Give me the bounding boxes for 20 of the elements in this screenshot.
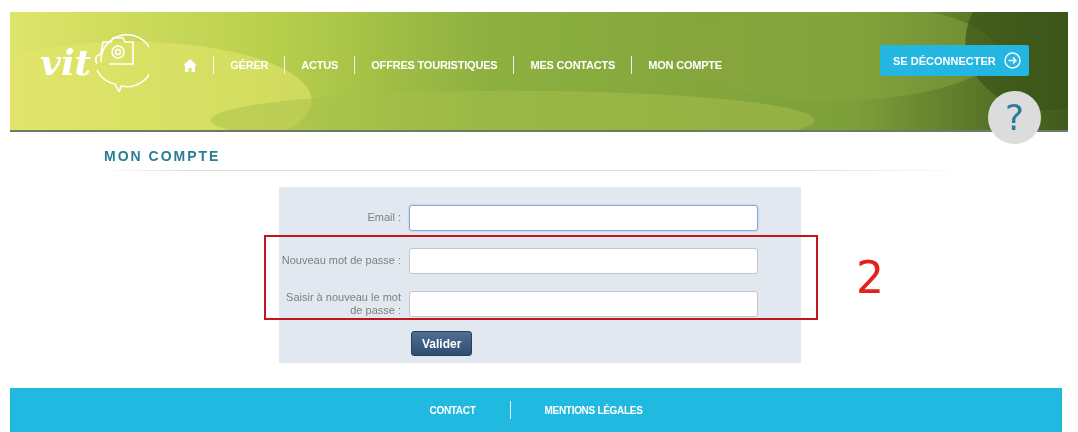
- nav-link[interactable]: MON COMPTE: [632, 59, 738, 71]
- submit-button[interactable]: Valider: [411, 331, 473, 356]
- home-icon[interactable]: [183, 58, 198, 72]
- input-field[interactable]: [409, 204, 758, 231]
- field-label: Email :: [366, 211, 402, 224]
- arrow-circle-icon: [1003, 52, 1021, 69]
- field-label: Nouveau mot de passe :: [280, 254, 402, 267]
- nav-link[interactable]: OFFRES TOURISTIQUES: [355, 59, 514, 71]
- input-field[interactable]: [409, 247, 758, 274]
- nav-link[interactable]: ACTUS: [285, 59, 355, 71]
- logout-button[interactable]: SE DÉCONNECTER: [880, 45, 1029, 76]
- footer-link[interactable]: CONTACT: [395, 404, 510, 416]
- logo-text[interactable]: vit: [40, 44, 92, 80]
- footer-link[interactable]: MENTIONS LÉGALES: [510, 404, 677, 416]
- nav-link[interactable]: MES CONTACTS: [514, 59, 632, 71]
- page-title: MON COMPTE: [104, 148, 222, 164]
- nav-link[interactable]: GÉRER: [214, 59, 285, 71]
- annotation-number: 2: [856, 256, 884, 300]
- input-field[interactable]: [409, 290, 758, 317]
- field-label: Saisir à nouveau le mot de passe :: [285, 290, 402, 317]
